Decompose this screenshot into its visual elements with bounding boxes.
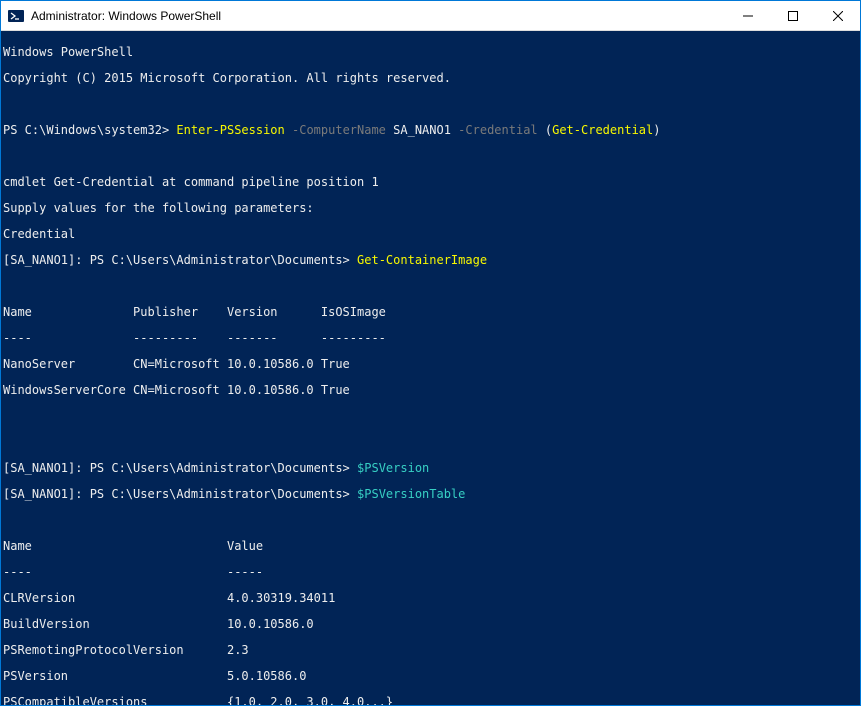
- table-row: CLRVersion 4.0.30319.34011: [3, 592, 858, 605]
- command-line: [SA_NANO1]: PS C:\Users\Administrator\Do…: [3, 462, 858, 475]
- table-row: NanoServer CN=Microsoft 10.0.10586.0 Tru…: [3, 358, 858, 371]
- table-row: PSVersion 5.0.10586.0: [3, 670, 858, 683]
- minimize-button[interactable]: [725, 1, 770, 30]
- command-line: [SA_NANO1]: PS C:\Users\Administrator\Do…: [3, 254, 858, 267]
- close-button[interactable]: [815, 1, 860, 30]
- output-line: cmdlet Get-Credential at command pipelin…: [3, 176, 858, 189]
- table-row: BuildVersion 10.0.10586.0: [3, 618, 858, 631]
- output-line: Credential: [3, 228, 858, 241]
- table-sep: ---- -----: [3, 566, 858, 579]
- table-row: PSCompatibleVersions {1.0, 2.0, 3.0, 4.0…: [3, 696, 858, 705]
- window-controls: [725, 1, 860, 30]
- command-line: PS C:\Windows\system32> Enter-PSSession …: [3, 124, 858, 137]
- table-header: Name Publisher Version IsOSImage: [3, 306, 858, 319]
- command-line: [SA_NANO1]: PS C:\Users\Administrator\Do…: [3, 488, 858, 501]
- banner-line: Windows PowerShell: [3, 46, 858, 59]
- table-row: PSRemotingProtocolVersion 2.3: [3, 644, 858, 657]
- terminal-area[interactable]: Windows PowerShell Copyright (C) 2015 Mi…: [1, 31, 860, 705]
- window-title: Administrator: Windows PowerShell: [31, 9, 725, 23]
- maximize-button[interactable]: [770, 1, 815, 30]
- powershell-icon: [7, 7, 25, 25]
- banner-line: Copyright (C) 2015 Microsoft Corporation…: [3, 72, 858, 85]
- table-header: Name Value: [3, 540, 858, 553]
- titlebar: Administrator: Windows PowerShell: [1, 1, 860, 31]
- table-row: WindowsServerCore CN=Microsoft 10.0.1058…: [3, 384, 858, 397]
- table-sep: ---- --------- ------- ---------: [3, 332, 858, 345]
- output-line: Supply values for the following paramete…: [3, 202, 858, 215]
- powershell-window: Administrator: Windows PowerShell Window…: [0, 0, 861, 706]
